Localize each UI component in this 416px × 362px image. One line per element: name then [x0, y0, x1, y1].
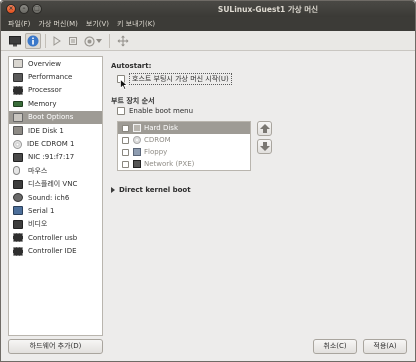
run-button[interactable] [49, 33, 65, 49]
pause-icon [69, 37, 77, 45]
sidebar-item-serial-1[interactable]: Serial 1 [9, 204, 102, 217]
autostart-label: 호스트 부팅시 가상 머신 시작(U) [129, 73, 232, 85]
enable-boot-menu-row[interactable]: Enable boot menu [117, 107, 193, 115]
monitor-icon [9, 35, 21, 46]
floppy-checkbox[interactable] [122, 148, 129, 156]
boot-device-floppy[interactable]: Floppy [118, 146, 250, 158]
enable-boot-menu-checkbox[interactable] [117, 107, 125, 115]
power-icon [83, 35, 95, 47]
sidebar-item-nic[interactable]: NIC :91:f7:17 [9, 151, 102, 164]
sound-icon [13, 193, 23, 203]
autostart-checkbox-row[interactable]: 호스트 부팅시 가상 머신 시작(U) [117, 73, 232, 85]
pause-button[interactable] [65, 33, 81, 49]
harddisk-icon [133, 124, 141, 132]
serial-icon [13, 206, 23, 216]
boot-device-cdrom[interactable]: CDROM [118, 134, 250, 146]
add-hardware-button[interactable]: 하드웨어 추가(D) [8, 339, 103, 354]
overview-icon [13, 59, 23, 69]
boot-device-list: Hard Disk CDROM Floppy Network (PXE) [117, 121, 251, 171]
network-checkbox[interactable] [122, 160, 129, 168]
disk-icon [13, 126, 23, 136]
chevron-down-icon [96, 39, 102, 43]
controller-icon [13, 246, 23, 256]
move-up-button[interactable] [257, 121, 272, 136]
boot-options-icon [13, 112, 23, 122]
boot-options-panel: Autostart: 호스트 부팅시 가상 머신 시작(U) 부트 장치 순서 … [111, 56, 409, 336]
console-button[interactable] [7, 33, 23, 49]
fullscreen-icon [117, 35, 129, 47]
sidebar-item-controller-ide[interactable]: Controller IDE [9, 244, 102, 257]
menu-send-key[interactable]: 키 보내기(K) [113, 17, 159, 31]
sidebar-item-memory[interactable]: Memory [9, 97, 102, 110]
sidebar-item-mouse[interactable]: 마우스 [9, 164, 102, 177]
toolbar [1, 31, 415, 51]
menu-virtual-machine[interactable]: 가상 머신(M) [34, 17, 82, 31]
display-icon [13, 179, 23, 189]
boot-device-network[interactable]: Network (PXE) [118, 158, 250, 170]
cdrom-icon [133, 136, 141, 144]
sidebar-item-ide-cdrom-1[interactable]: IDE CDROM 1 [9, 137, 102, 150]
window-title: SULinux-Guest1 가상 머신 [217, 5, 319, 14]
harddisk-checkbox[interactable] [122, 124, 129, 132]
apply-button[interactable]: 적용(A) [363, 339, 407, 354]
sidebar-item-controller-usb[interactable]: Controller usb [9, 231, 102, 244]
memory-icon [13, 100, 23, 107]
menu-view[interactable]: 보기(V) [82, 17, 113, 31]
controller-icon [13, 233, 23, 243]
sidebar-item-overview[interactable]: Overview [9, 57, 102, 70]
sidebar-item-performance[interactable]: Performance [9, 70, 102, 83]
performance-icon [13, 72, 23, 82]
menu-file[interactable]: 파일(F) [4, 17, 34, 31]
nic-icon [13, 152, 23, 162]
processor-icon [13, 85, 23, 95]
menu-bar: 파일(F) 가상 머신(M) 보기(V) 키 보내기(K) [1, 17, 415, 31]
shutdown-menu-button[interactable] [95, 33, 103, 49]
boot-order-title: 부트 장치 순서 [111, 97, 155, 105]
title-bar: × – □ SULinux-Guest1 가상 머신 [1, 1, 415, 17]
move-down-button[interactable] [257, 139, 272, 154]
autostart-title: Autostart: [111, 62, 152, 70]
cancel-button[interactable]: 취소(C) [313, 339, 357, 354]
direct-kernel-boot-expander[interactable]: Direct kernel boot [111, 186, 191, 194]
sidebar-item-boot-options[interactable]: Boot Options [9, 110, 102, 124]
video-icon [13, 219, 23, 229]
fullscreen-button[interactable] [115, 33, 131, 49]
details-button[interactable] [25, 33, 41, 49]
sidebar-item-sound[interactable]: Sound: ich6 [9, 191, 102, 204]
sidebar-item-display-vnc[interactable]: 디스플레이 VNC [9, 178, 102, 191]
vm-window: × – □ SULinux-Guest1 가상 머신 파일(F) 가상 머신(M… [0, 0, 416, 362]
mouse-cursor-icon [120, 79, 128, 90]
enable-boot-menu-label: Enable boot menu [129, 107, 194, 115]
sidebar-item-ide-disk-1[interactable]: IDE Disk 1 [9, 124, 102, 137]
hardware-list: Overview Performance Processor Memory Bo… [8, 56, 103, 336]
play-icon [53, 36, 61, 46]
sidebar-item-processor[interactable]: Processor [9, 84, 102, 97]
arrow-down-icon [259, 142, 270, 151]
network-icon [133, 160, 141, 168]
mouse-icon [13, 166, 20, 176]
boot-device-harddisk[interactable]: Hard Disk [118, 122, 250, 134]
floppy-icon [133, 148, 141, 156]
cdrom-icon [13, 139, 22, 149]
info-icon [27, 35, 39, 47]
cdrom-checkbox[interactable] [122, 136, 129, 144]
arrow-up-icon [259, 124, 270, 133]
sidebar-item-video[interactable]: 비디오 [9, 218, 102, 231]
expander-arrow-icon [111, 187, 115, 193]
